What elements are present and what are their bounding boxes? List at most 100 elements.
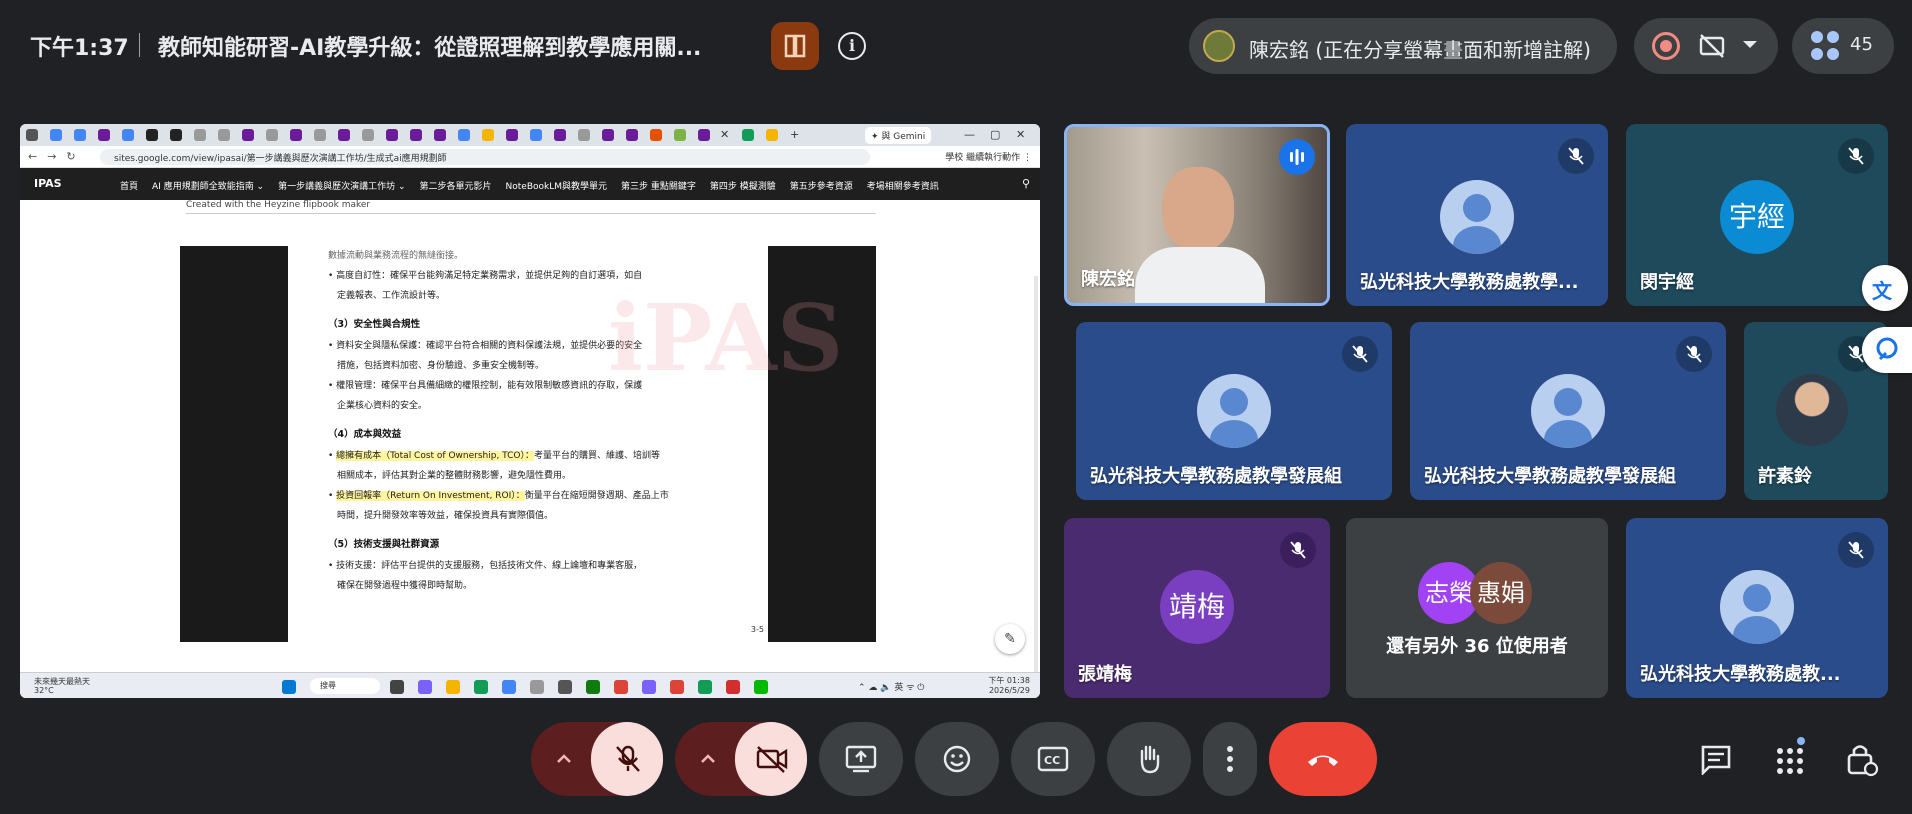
site-menu-item[interactable]: 第四步 模擬測驗 [710, 182, 776, 192]
tab-icon[interactable] [146, 129, 158, 141]
site-menu-item[interactable]: 第三步 重點關鍵字 [621, 182, 696, 192]
chat-icon[interactable] [1699, 743, 1733, 775]
taskbar-app-icon[interactable] [586, 680, 600, 694]
site-menu-item[interactable]: 首頁 [120, 182, 138, 192]
taskbar-search[interactable]: 搜尋 [310, 678, 380, 694]
mic-toggle-button[interactable] [591, 722, 663, 796]
maximize-icon[interactable]: ▢ [990, 128, 1000, 141]
tab-icon[interactable] [674, 129, 686, 141]
no-captions-icon[interactable] [1698, 32, 1726, 60]
edit-pencil-icon[interactable]: ✎ [995, 624, 1025, 654]
tab-icon[interactable] [626, 129, 638, 141]
raise-hand-button[interactable] [1107, 722, 1191, 796]
close-window-icon[interactable]: ✕ [1016, 128, 1025, 141]
site-menu-item[interactable]: 第一步講義與歷次演講工作坊 ⌄ [278, 182, 405, 192]
browser-tab-strip[interactable]: ✕ + ✦ 與 Gemini — ▢ ✕ [20, 124, 1040, 146]
taskbar-clock[interactable]: 下午 01:38 2026/5/29 [988, 676, 1030, 696]
tab-icon[interactable] [26, 129, 38, 141]
people-button[interactable]: 45 [1792, 18, 1894, 74]
tab-icon[interactable] [434, 129, 446, 141]
participant-tile[interactable]: 靖梅 張靖梅 [1064, 518, 1330, 698]
tab-icon[interactable] [266, 129, 278, 141]
address-bar-actions[interactable]: 學校 繼續執行動作 ⋮ [945, 150, 1032, 163]
tab-icon[interactable] [50, 129, 62, 141]
url-input[interactable]: sites.google.com/view/ipasai/第一步講義與歷次演講工… [100, 149, 870, 165]
tab-icon[interactable] [98, 129, 110, 141]
taskbar-app-icon[interactable] [474, 680, 488, 694]
leave-call-button[interactable] [1269, 722, 1377, 796]
tab-icon[interactable] [530, 129, 542, 141]
meeting-title[interactable]: 教師知能研習-AI教學升級：從證照理解到教學應用關... [158, 30, 701, 62]
reactions-button[interactable] [915, 722, 999, 796]
taskbar-app-icon[interactable] [446, 680, 460, 694]
chevron-up-icon[interactable] [699, 750, 717, 768]
tab-icon[interactable] [698, 129, 710, 141]
taskbar-app-icon[interactable] [418, 680, 432, 694]
captions-button[interactable]: CC [1011, 722, 1095, 796]
tab-icon[interactable] [458, 129, 470, 141]
start-icon[interactable] [282, 680, 296, 694]
activities-icon[interactable] [1773, 736, 1809, 776]
tab-icon[interactable] [74, 129, 86, 141]
tab-icon[interactable] [314, 129, 326, 141]
new-tab-icon[interactable]: + [790, 128, 799, 141]
participant-tile[interactable]: 弘光科技大學教務處教... [1626, 518, 1888, 698]
camera-toggle-button[interactable] [735, 722, 807, 796]
record-icon[interactable] [1652, 32, 1680, 60]
tab-icon[interactable] [218, 129, 230, 141]
chevron-up-icon[interactable] [555, 750, 573, 768]
tab-icon[interactable] [170, 129, 182, 141]
site-menu-item[interactable]: 考場相關參考資訊 [867, 182, 939, 192]
tab-icon[interactable] [602, 129, 614, 141]
nav-arrows-icon[interactable]: ←→↻ [28, 150, 86, 163]
gemini-tab[interactable]: ✦ 與 Gemini [865, 127, 932, 144]
taskbar-app-icon[interactable] [614, 680, 628, 694]
participant-tile-active-speaker[interactable]: 陳宏銘 [1064, 124, 1330, 306]
meeting-badge-icon[interactable] [771, 22, 819, 70]
site-logo[interactable]: IPAS [34, 177, 62, 190]
participant-tile[interactable]: 宇經 閔宇經 [1626, 124, 1888, 306]
others-tile[interactable]: 志榮 惠娟 還有另外 36 位使用者 [1346, 518, 1608, 698]
tab-icon[interactable] [506, 129, 518, 141]
recording-controls[interactable] [1634, 18, 1778, 74]
tab-icon[interactable] [386, 129, 398, 141]
tab-icon[interactable] [578, 129, 590, 141]
site-search-icon[interactable]: ⚲ [1022, 177, 1030, 190]
host-controls-icon[interactable] [1845, 741, 1879, 777]
tab-icon[interactable] [362, 129, 374, 141]
info-icon[interactable]: i [838, 32, 866, 60]
tab-icon[interactable] [742, 129, 754, 141]
tab-icon[interactable] [410, 129, 422, 141]
translate-icon[interactable]: 文 [1862, 265, 1908, 311]
flipbook-page[interactable]: iPAS 數據流動與業務流程的無縫銜接。 • 高度自訂性：確保平台能夠滿足特定業… [288, 246, 843, 642]
taskbar-app-icon[interactable] [642, 680, 656, 694]
taskbar-app-icon[interactable] [670, 680, 684, 694]
participant-tile[interactable]: 弘光科技大學教務處教學發展組 [1410, 322, 1726, 500]
taskbar-app-icon[interactable] [698, 680, 712, 694]
taskbar-app-icon[interactable] [726, 680, 740, 694]
site-menu-item[interactable]: AI 應用規劃師全致能指南 ⌄ [152, 182, 264, 192]
present-button[interactable] [819, 722, 903, 796]
taskbar-app-icon[interactable] [502, 680, 516, 694]
tab-icon[interactable] [338, 129, 350, 141]
tab-icon[interactable] [122, 129, 134, 141]
site-menu-item[interactable]: NoteBookLM與教學單元 [506, 182, 607, 192]
participant-tile[interactable]: 弘光科技大學教務處教學... [1346, 124, 1608, 306]
participant-tile[interactable]: 弘光科技大學教務處教學發展組 [1076, 322, 1392, 500]
tab-icon[interactable] [482, 129, 494, 141]
gemini-icon[interactable] [1862, 327, 1912, 373]
more-options-button[interactable] [1203, 722, 1257, 796]
presenter-indicator[interactable]: 陳宏銘 (正在分享螢幕畫面和新增註解) [1189, 18, 1617, 74]
site-menu-item[interactable]: 第五步參考資源 [790, 182, 853, 192]
tab-icon[interactable] [194, 129, 206, 141]
taskbar-app-icon[interactable] [530, 680, 544, 694]
taskbar-app-icon[interactable] [390, 680, 404, 694]
taskbar-app-icon[interactable] [754, 680, 768, 694]
tab-icon[interactable] [554, 129, 566, 141]
tab-icon[interactable] [242, 129, 254, 141]
weather-widget[interactable]: 未來幾天最熱天 32°C [34, 677, 90, 695]
tab-close-icon[interactable]: ✕ [720, 128, 729, 141]
tab-icon[interactable] [766, 129, 778, 141]
system-tray[interactable]: ⌃ ☁ 🔈 英 ᯤ ⏻ [858, 680, 924, 693]
taskbar-app-icon[interactable] [558, 680, 572, 694]
